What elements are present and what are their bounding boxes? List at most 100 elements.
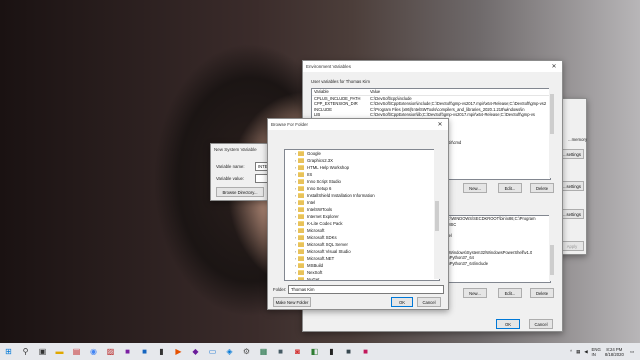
pdf-icon[interactable]: ▤ [69,344,84,359]
folder-tree-item[interactable]: › K-Lite Codec Pack [293,220,439,227]
chevron-up-icon[interactable]: ^ [570,349,572,354]
windows-icon[interactable]: ⊞ [1,344,16,359]
browse-for-folder-dialog: Browse For Folder ✕ › Google › Graphics2.3X… [267,118,449,310]
folder-icon [298,207,304,212]
column-header-value[interactable]: Value [370,89,550,95]
image-viewer-icon[interactable]: ▨ [103,344,118,359]
user-variables-scrollbar[interactable] [549,88,555,178]
table-header: Variable Value [312,89,550,96]
folder-tree-item[interactable]: › IntelSWTools [293,206,439,213]
folder-tree-item[interactable]: › Internet Explorer [293,213,439,220]
folder-tree-label: K-Lite Codec Pack [307,221,343,226]
apply-button[interactable]: Apply [560,241,584,251]
folder-tree-label: MSBuild [307,263,324,268]
excel-icon[interactable]: ▦ [256,344,271,359]
folder-tree-label: Microsoft.NET [307,256,335,261]
system-delete-button[interactable]: Delete [530,288,554,298]
folder-tree-label: InstallShield Installation Information [307,193,375,198]
user-delete-button[interactable]: Delete [530,183,554,193]
make-new-folder-button[interactable]: Make New Folder [273,297,311,307]
folder-tree-item[interactable]: › Microsoft SDKs [293,234,439,241]
camera-icon[interactable]: ◙ [290,344,305,359]
folder-tree-item[interactable]: › NuGet [293,276,439,281]
folder-icon [298,228,304,233]
ok-button[interactable]: OK [391,297,413,307]
folder-tree-item[interactable]: › NexSoft [293,269,439,276]
folder-tree-item[interactable]: › Microsoft Visual Studio [293,248,439,255]
folder-tree-label: NexSoft [307,270,323,275]
folder-tree-label: NuGet [307,277,320,281]
folder-tree-item[interactable]: › MSBuild [293,262,439,269]
clock[interactable]: 8:24 PM 8/18/2020 [605,347,624,357]
folder-tree-item[interactable]: › Graphics2.3X [293,157,439,164]
app-icon[interactable]: ■ [120,344,135,359]
notifications-icon[interactable]: ▭ [630,349,634,355]
file-explorer-icon[interactable]: ▬ [52,344,67,359]
language-indicator[interactable]: ENG IN [592,347,601,357]
folder-tree-item[interactable]: › Intel [293,199,439,206]
app-icon[interactable]: ■ [137,344,152,359]
dialog-title: Browse For Folder [271,122,309,127]
system-new-button[interactable]: New... [463,288,487,298]
cmd-icon[interactable]: ▮ [324,344,339,359]
folder-tree-item[interactable]: › InstallShield Installation Information [293,192,439,199]
vscode-icon[interactable]: ◈ [222,344,237,359]
settings-button[interactable]: ...settings [560,209,584,219]
folder-tree-label: IIS [307,172,313,177]
notepad-icon[interactable]: ▭ [205,344,220,359]
system-edit-button[interactable]: Edit... [498,288,522,298]
folder-tree-label: IntelSWTools [307,207,333,212]
folder-icon [298,200,304,205]
folder-tree-item[interactable]: › Inno Script Studio [293,178,439,185]
visual-studio-icon[interactable]: ◆ [188,344,203,359]
ok-button[interactable]: OK [496,319,520,329]
folder-tree-item[interactable]: › Inno Setup 6 [293,185,439,192]
dialog-title: New System Variable [214,147,257,152]
folder-tree-item[interactable]: › Microsoft [293,227,439,234]
close-icon[interactable]: ✕ [549,63,559,70]
user-edit-button[interactable]: Edit... [498,183,522,193]
system-variables-scrollbar[interactable] [549,215,555,281]
dialog-titlebar: Browse For Folder ✕ [268,119,448,130]
volume-icon[interactable]: ◀ [584,349,587,355]
app-icon[interactable]: ■ [341,344,356,359]
folder-tree[interactable]: › Google › Graphics2.3X › HTML Help Workshop ›… [284,149,440,281]
folder-tree-scrollbar[interactable] [434,149,440,279]
folder-icon [298,193,304,198]
folder-tree-item[interactable]: › IIS [293,171,439,178]
settings-button[interactable]: ...settings [560,181,584,191]
user-new-button[interactable]: New... [463,183,487,193]
folder-icon [298,221,304,226]
folder-icon [298,249,304,254]
folder-tree-item[interactable]: › Microsoft SQL Server [293,241,439,248]
settings-icon[interactable]: ⚙ [239,344,254,359]
folder-icon [298,165,304,170]
folder-tree-item[interactable]: › Google [293,150,439,157]
search-icon[interactable]: ⚲ [18,344,33,359]
folder-name-input[interactable]: Thomas Kim [288,285,444,294]
task-view-icon[interactable]: ▣ [35,344,50,359]
column-header-variable[interactable]: Variable [312,89,370,95]
folder-icon [298,172,304,177]
folder-tree-item[interactable]: › HTML Help Workshop [293,164,439,171]
chrome-icon[interactable]: ◉ [86,344,101,359]
folder-icon [298,186,304,191]
cancel-button[interactable]: Cancel [417,297,441,307]
folder-icon [298,151,304,156]
cancel-button[interactable]: Cancel [529,319,553,329]
folder-icon [298,158,304,163]
folder-icon [298,214,304,219]
network-icon[interactable]: ▦ [576,349,580,355]
app-icon[interactable]: ■ [273,344,288,359]
folder-tree-label: Internet Explorer [307,214,339,219]
media-icon[interactable]: ▶ [171,344,186,359]
settings-button[interactable]: ...settings [560,149,584,159]
folder-tree-label: HTML Help Workshop [307,165,350,170]
close-icon[interactable]: ✕ [435,121,445,128]
folder-tree-item[interactable]: › Microsoft.NET [293,255,439,262]
folder-label: Folder: [273,287,287,292]
browse-directory-button[interactable]: Browse Directory... [216,187,264,197]
clion-icon[interactable]: ◧ [307,344,322,359]
app-icon[interactable]: ■ [358,344,373,359]
terminal-icon[interactable]: ▮ [154,344,169,359]
